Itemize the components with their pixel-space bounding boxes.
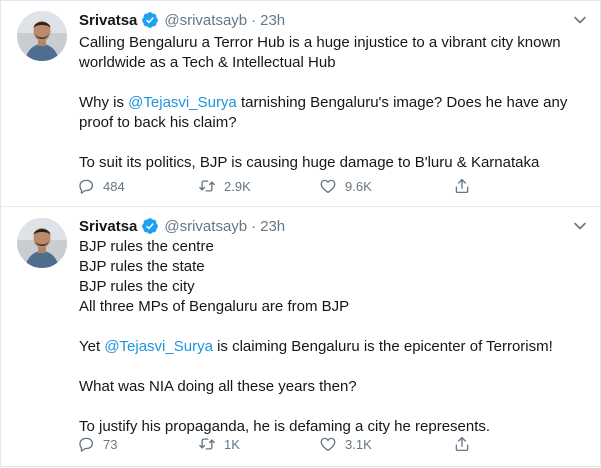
author-name[interactable]: Srivatsa [79, 12, 137, 29]
retweet-count: 1K [224, 436, 240, 452]
author-handle[interactable]: @srivatsayb [164, 218, 247, 235]
reply-button[interactable]: 484 [77, 176, 125, 196]
reply-count: 73 [103, 436, 118, 452]
retweet-button[interactable]: 1K [198, 434, 240, 454]
author-handle[interactable]: @srivatsayb [164, 12, 247, 29]
like-icon [320, 437, 336, 452]
share-icon [455, 178, 469, 194]
author-name[interactable]: Srivatsa [79, 218, 137, 235]
timestamp[interactable]: 23h [260, 218, 285, 235]
tweet-text: BJP rules the centre BJP rules the state… [79, 237, 589, 437]
tweet-line: All three MPs of Bengaluru are from BJP [79, 298, 350, 315]
tweet-paragraph: To suit its politics, BJP is causing hug… [79, 154, 540, 171]
tweet[interactable]: Srivatsa @srivatsayb · 23h Calling Benga… [1, 1, 601, 207]
reply-count: 484 [103, 178, 125, 194]
separator: · [251, 11, 257, 29]
like-icon [320, 179, 336, 194]
tweet-paragraph: What was NIA doing all these years then? [79, 378, 357, 395]
like-count: 3.1K [345, 436, 372, 452]
tweet-thread: Srivatsa @srivatsayb · 23h Calling Benga… [0, 0, 601, 467]
tweet[interactable]: Srivatsa @srivatsayb · 23h BJP rules the… [1, 207, 601, 468]
tweet-header: Srivatsa @srivatsayb · 23h [79, 216, 285, 236]
chevron-down-icon[interactable] [572, 12, 588, 28]
chevron-down-icon[interactable] [572, 218, 588, 234]
reply-icon [79, 179, 94, 194]
share-button[interactable] [453, 434, 471, 454]
text-segment: Why is [79, 94, 129, 111]
retweet-button[interactable]: 2.9K [198, 176, 251, 196]
tweet-paragraph: Yet @Tejasvi_Surya is claiming Bengaluru… [79, 337, 589, 357]
tweet-paragraph: Calling Bengaluru a Terror Hub is a huge… [79, 34, 561, 71]
retweet-count: 2.9K [224, 178, 251, 194]
tweet-actions: 484 2.9K 9.6K [77, 176, 507, 196]
mention-link[interactable]: @Tejasvi_Surya [128, 94, 237, 111]
tweet-line: BJP rules the state [79, 258, 205, 275]
like-button[interactable]: 3.1K [319, 434, 372, 454]
verified-badge-icon [141, 217, 159, 235]
tweet-header: Srivatsa @srivatsayb · 23h [79, 10, 285, 30]
timestamp[interactable]: 23h [260, 12, 285, 29]
tweet-line: BJP rules the city [79, 278, 195, 295]
reply-button[interactable]: 73 [77, 434, 117, 454]
retweet-icon [199, 438, 215, 450]
reply-icon [79, 437, 94, 452]
retweet-icon [199, 180, 215, 192]
tweet-paragraph: Why is @Tejasvi_Surya tarnishing Bengalu… [79, 93, 589, 133]
separator: · [251, 217, 257, 235]
mention-link[interactable]: @Tejasvi_Surya [104, 338, 213, 355]
tweet-line: BJP rules the centre [79, 238, 214, 255]
tweet-actions: 73 1K 3.1K [77, 434, 507, 454]
like-button[interactable]: 9.6K [319, 176, 372, 196]
like-count: 9.6K [345, 178, 372, 194]
text-segment: Yet [79, 338, 105, 355]
verified-badge-icon [141, 11, 159, 29]
avatar[interactable] [17, 11, 67, 61]
text-segment: is claiming Bengaluru is the epicenter o… [212, 338, 553, 355]
share-icon [455, 436, 469, 452]
share-button[interactable] [453, 176, 471, 196]
tweet-text: Calling Bengaluru a Terror Hub is a huge… [79, 33, 589, 173]
avatar[interactable] [17, 218, 67, 268]
